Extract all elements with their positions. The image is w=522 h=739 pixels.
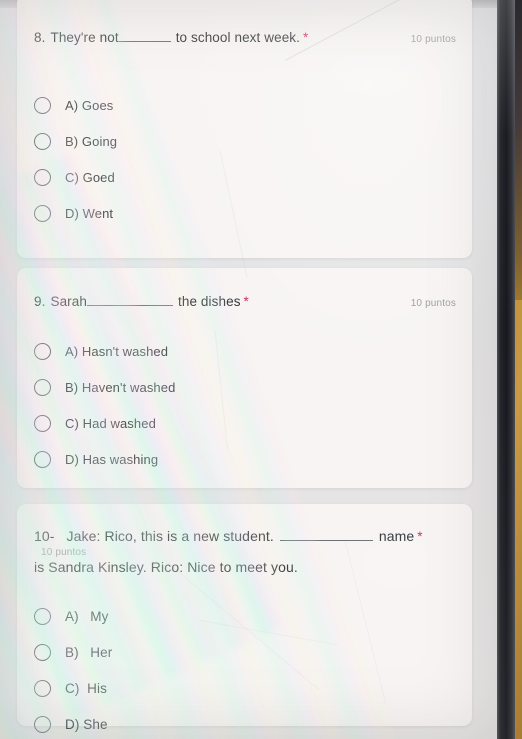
option-label: A) My xyxy=(65,609,109,625)
phone-photo: 8. They're not to school next week. * 10… xyxy=(0,0,522,739)
question-prefix-8: They're not xyxy=(50,30,119,45)
radio-button-icon[interactable] xyxy=(34,450,51,468)
radio-button-icon[interactable] xyxy=(34,132,51,150)
radio-button-icon[interactable] xyxy=(34,608,51,626)
option-row[interactable]: B) Haven't washed xyxy=(34,369,455,405)
required-asterisk-8: * xyxy=(303,30,309,45)
question-text-9: 9. Sarah the dishes * xyxy=(34,292,458,311)
option-row[interactable]: A) My xyxy=(34,599,455,635)
option-row[interactable]: C) Had washed xyxy=(34,405,455,441)
radio-button-icon[interactable] xyxy=(34,204,51,222)
question-suffix-8: to school next week. xyxy=(175,30,301,45)
option-label: B) Haven't washed xyxy=(65,379,176,395)
question-suffix-10: name xyxy=(378,528,415,544)
question-prefix-10: Jake: Rico, this is a new student. xyxy=(66,528,274,544)
option-row[interactable]: D) Went xyxy=(34,195,455,231)
radio-button-icon[interactable] xyxy=(34,644,51,662)
question-suffix-9: the dishes xyxy=(178,294,241,309)
question-prefix-9: Sarah xyxy=(50,294,87,309)
points-label-8: 10 puntos xyxy=(410,34,456,45)
radio-button-icon[interactable] xyxy=(34,342,51,360)
radio-button-icon[interactable] xyxy=(34,168,51,186)
question-header-10: 10- Jake: Rico, this is a new student. n… xyxy=(17,504,472,578)
question-text-8: 8. They're not to school next week. * xyxy=(34,28,458,47)
option-label: D) Went xyxy=(65,205,114,221)
option-row[interactable]: D) She xyxy=(34,707,455,739)
phone-bezel-sheen xyxy=(496,0,515,739)
radio-button-icon[interactable] xyxy=(34,378,51,396)
radio-button-icon[interactable] xyxy=(34,716,51,734)
question-text-10: 10- Jake: Rico, this is a new student. n… xyxy=(34,527,458,558)
question-number-9: 9. xyxy=(34,294,46,309)
question-header-8: 8. They're not to school next week. * 10… xyxy=(17,0,472,47)
option-label: C) Had washed xyxy=(65,415,156,431)
option-row[interactable]: C) His xyxy=(34,671,455,707)
option-label: A) Goes xyxy=(65,97,114,113)
question-card-9: 9. Sarah the dishes * 10 puntos A) Hasn'… xyxy=(17,268,472,488)
option-row[interactable]: D) Has washing xyxy=(34,441,455,477)
answer-blank-8 xyxy=(118,41,171,42)
option-label: C) Goed xyxy=(65,169,115,185)
option-row[interactable]: C) Goed xyxy=(34,159,455,195)
radio-button-icon[interactable] xyxy=(34,414,51,432)
options-list-9: A) Hasn't washed B) Haven't washed C) Ha… xyxy=(17,333,472,477)
option-row[interactable]: B) Her xyxy=(34,635,455,671)
option-label: A) Hasn't washed xyxy=(65,343,169,359)
radio-button-icon[interactable] xyxy=(34,680,51,698)
options-list-10: A) My B) Her C) His D) She xyxy=(17,599,472,739)
question-card-10: 10- Jake: Rico, this is a new student. n… xyxy=(17,504,472,734)
option-label: D) Has washing xyxy=(65,451,159,467)
question-number-10: 10- xyxy=(34,528,55,544)
question-card-8: 8. They're not to school next week. * 10… xyxy=(17,0,472,258)
option-row[interactable]: A) Hasn't washed xyxy=(34,333,455,369)
option-label: D) She xyxy=(65,717,108,733)
option-label: B) Going xyxy=(65,133,118,149)
answer-blank-10 xyxy=(279,540,373,541)
answer-blank-9 xyxy=(87,305,173,306)
phone-screen: 8. They're not to school next week. * 10… xyxy=(0,0,497,739)
option-label: C) His xyxy=(65,681,107,697)
options-list-8: A) Goes B) Going C) Goed D) Went xyxy=(17,87,472,231)
option-row[interactable]: A) Goes xyxy=(34,87,455,123)
radio-button-icon[interactable] xyxy=(34,96,51,114)
option-label: B) Her xyxy=(65,645,113,661)
required-asterisk-10: * xyxy=(417,529,423,544)
points-label-10: 10 puntos xyxy=(41,546,87,558)
required-asterisk-9: * xyxy=(243,294,249,309)
question-header-9: 9. Sarah the dishes * 10 puntos xyxy=(17,268,472,311)
option-row[interactable]: B) Going xyxy=(34,123,455,159)
question-text-10-line2: is Sandra Kinsley. Rico: Nice to meet yo… xyxy=(34,558,298,575)
points-label-9: 10 puntos xyxy=(410,298,456,309)
question-number-8: 8. xyxy=(34,30,46,45)
